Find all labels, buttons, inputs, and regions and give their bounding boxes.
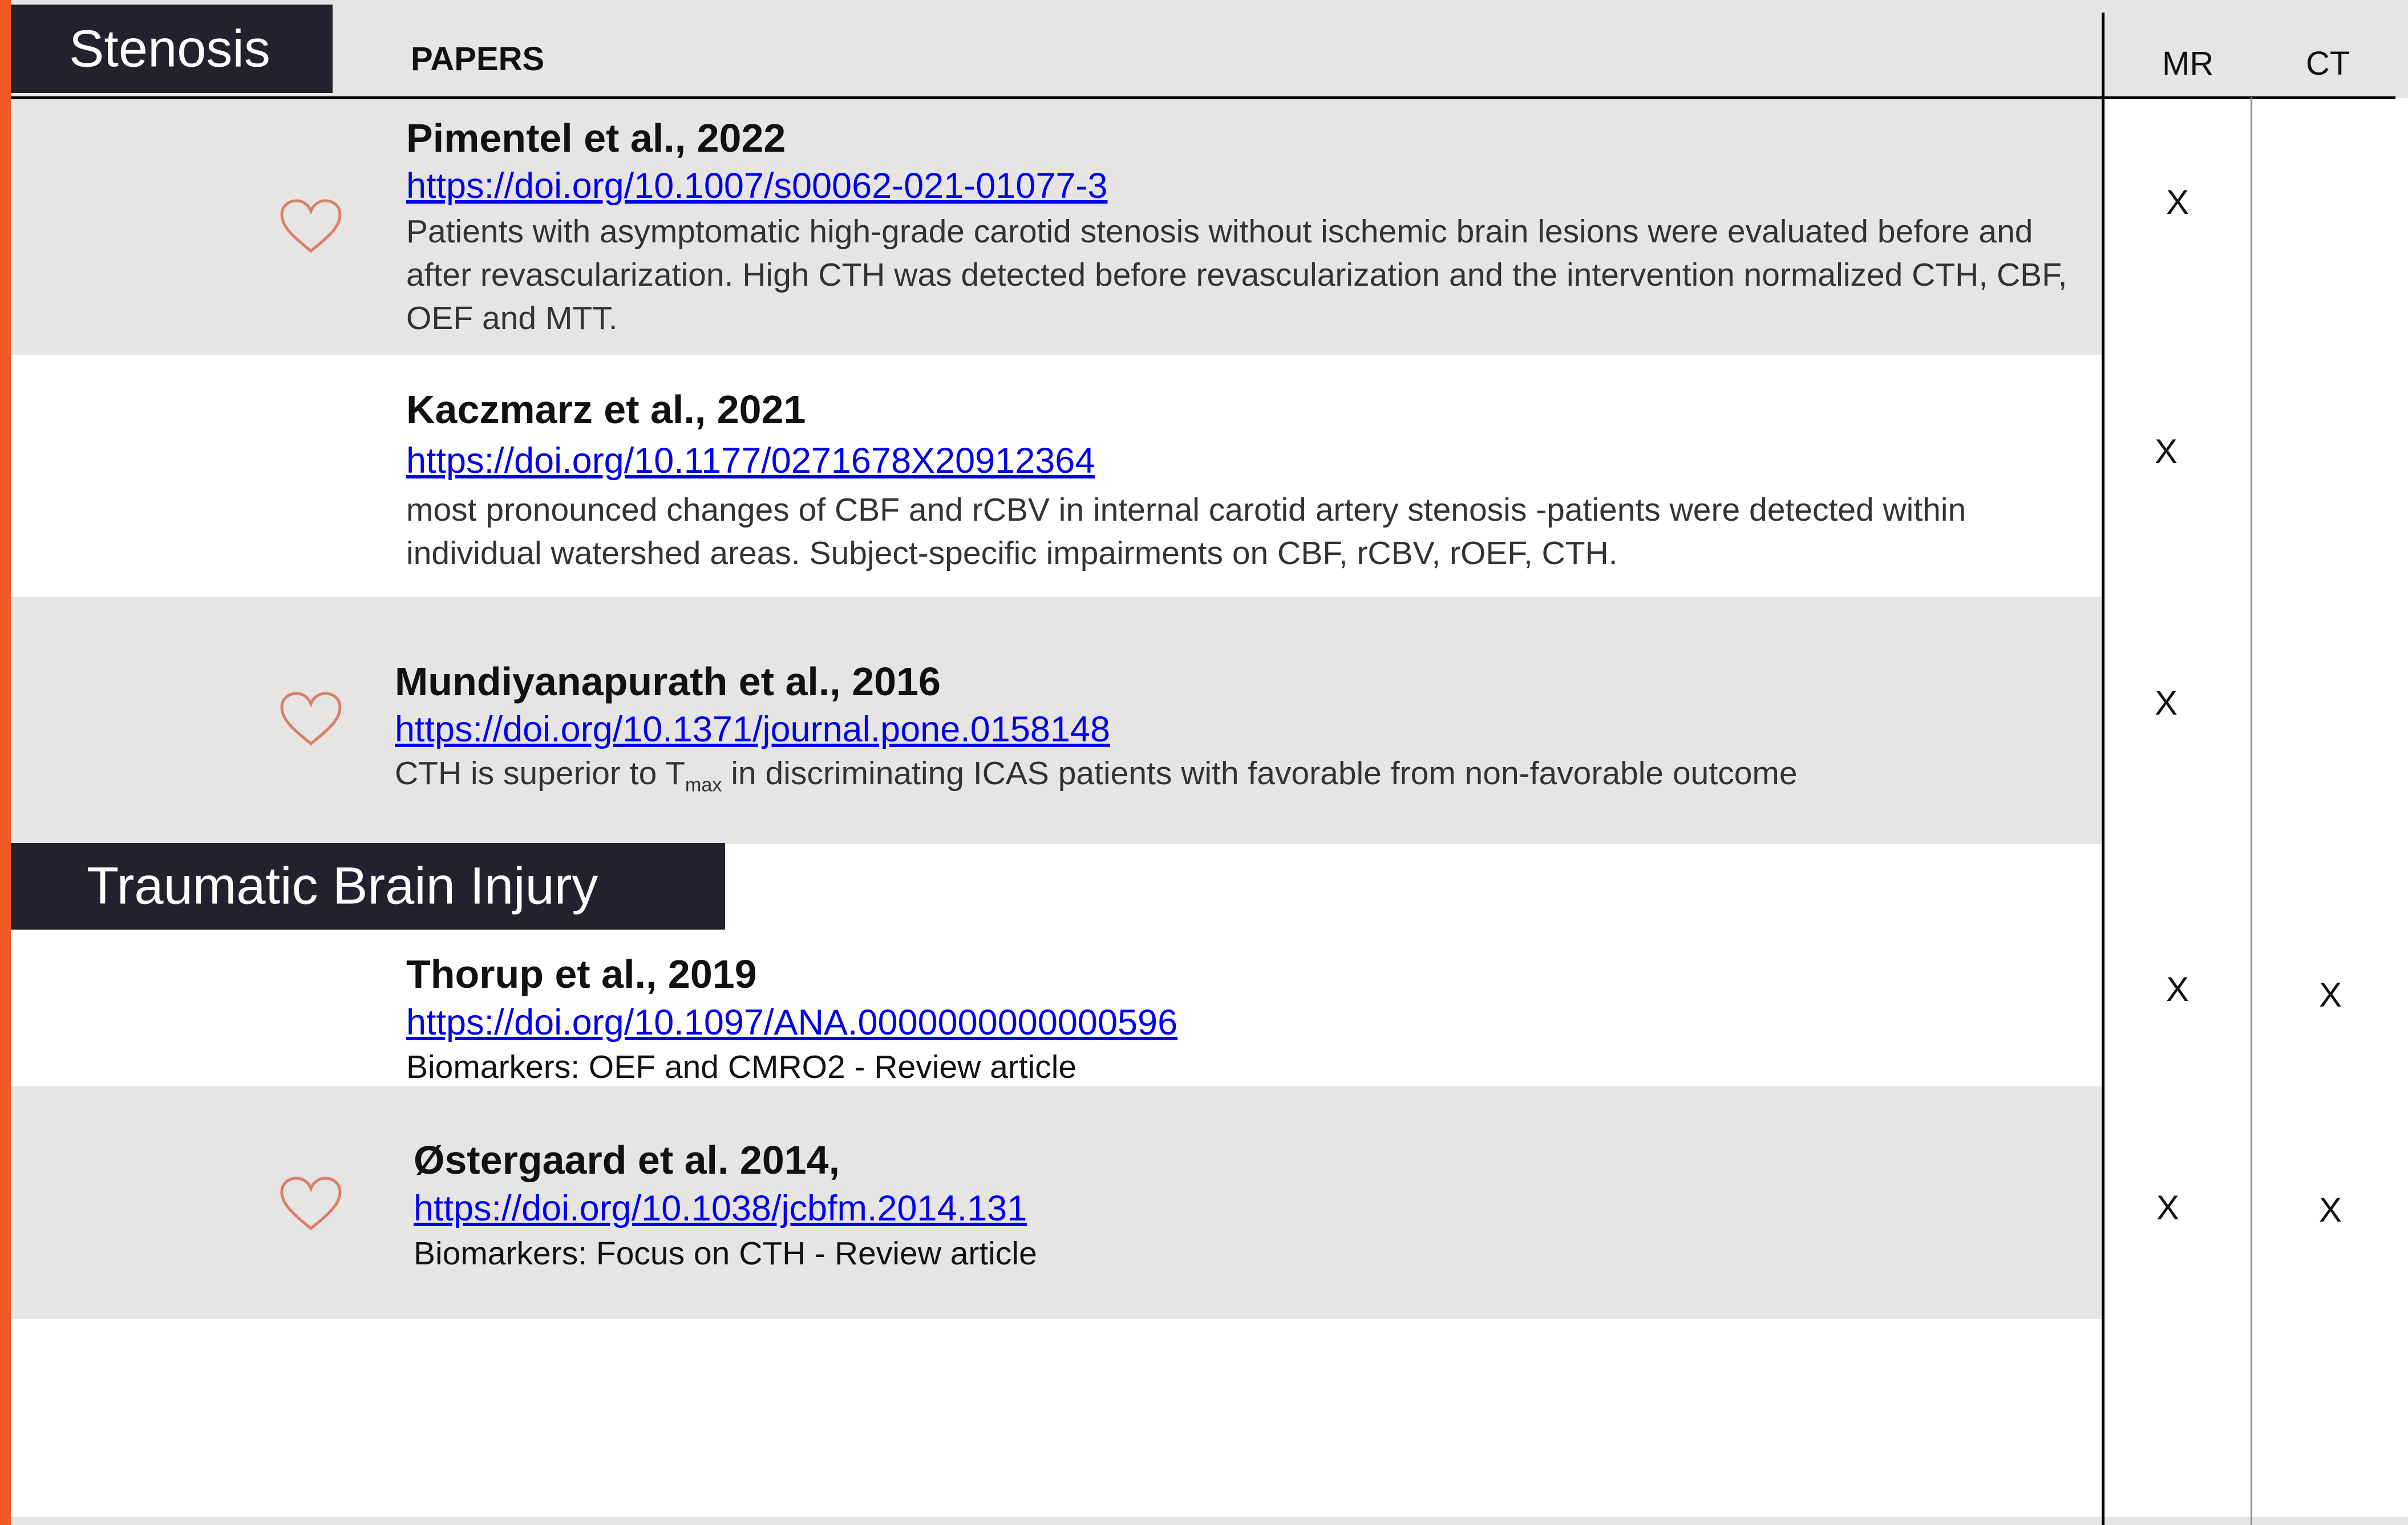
paper-description: most pronounced changes of CBF and rCBV … (406, 492, 1966, 571)
description-text: in discriminating ICAS patients with fav… (722, 755, 1798, 792)
section-title: Stenosis (69, 19, 270, 78)
paper-description: Patients with asymptomatic high-grade ca… (406, 213, 2067, 336)
mr-checkmark: X (2155, 432, 2178, 471)
mr-column-header: MR (2162, 45, 2214, 82)
bottom-border (11, 1517, 2408, 1525)
heart-icon (280, 1177, 342, 1231)
ct-column-header: CT (2306, 45, 2350, 82)
paper-description: Biomarkers: OEF and CMRO2 - Review artic… (406, 1049, 1077, 1085)
mr-checkmark: X (2156, 1189, 2180, 1227)
heart-icon (280, 692, 342, 746)
description-text: CTH is superior to T (395, 755, 685, 792)
paper-title: Østergaard et al. 2014, (414, 1138, 840, 1182)
papers-column-header: PAPERS (411, 40, 545, 78)
paper-title: Pimentel et al., 2022 (406, 116, 786, 160)
section-title: Traumatic Brain Injury (87, 857, 598, 915)
paper-title: Thorup et al., 2019 (406, 952, 757, 996)
description-subscript: max (685, 774, 722, 796)
paper-title: Kaczmarz et al., 2021 (406, 387, 806, 432)
ct-checkmark: X (2319, 976, 2342, 1014)
doi-link[interactable]: https://doi.org/10.1038/jcbfm.2014.131 (414, 1188, 1027, 1229)
paper-description: CTH is superior to Tmax in discriminatin… (395, 752, 2106, 806)
mr-checkmark: X (2166, 970, 2190, 1008)
ct-column-left-border (2251, 97, 2252, 1525)
heart-icon (280, 199, 342, 253)
paper-description: Biomarkers: Focus on CTH - Review articl… (414, 1235, 1037, 1272)
section-label-traumatic-brain-injury: Traumatic Brain Injury (11, 843, 725, 930)
doi-link[interactable]: https://doi.org/10.1097/ANA.000000000000… (406, 1002, 1177, 1043)
ct-checkmark: X (2319, 1191, 2342, 1229)
mr-checkmark: X (2166, 183, 2190, 221)
paper-title: Mundiyanapurath et al., 2016 (395, 659, 941, 704)
doi-link[interactable]: https://doi.org/10.1007/s00062-021-01077… (406, 165, 1107, 206)
doi-link[interactable]: https://doi.org/10.1177/0271678X20912364 (406, 440, 1095, 481)
section-label-stenosis: Stenosis (11, 5, 333, 93)
accent-bar (0, 0, 11, 1525)
header-divider-line (11, 96, 2395, 99)
header-band (11, 0, 2408, 98)
mr-checkmark: X (2155, 684, 2178, 722)
doi-link[interactable]: https://doi.org/10.1371/journal.pone.015… (395, 709, 1110, 750)
